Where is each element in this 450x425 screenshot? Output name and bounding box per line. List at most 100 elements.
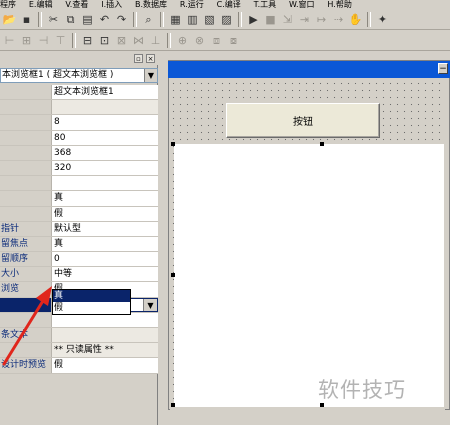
arrow-head [36,286,52,306]
property-value[interactable] [52,176,158,191]
vertical-spacing-icon[interactable]: ⊥ [148,33,163,48]
align-right-icon[interactable]: ⊣ [36,33,51,48]
property-value[interactable]: 0 [52,252,158,267]
property-row[interactable] [0,176,158,192]
form-titlebar[interactable]: − [168,61,450,78]
center-vertical-icon[interactable]: ⊗ [192,33,207,48]
find-icon[interactable]: ⌕ [141,12,156,27]
window-layout-3-icon[interactable]: ▧ [202,12,217,27]
run-to-cursor-icon[interactable]: ⇢ [331,12,346,27]
property-value[interactable]: 超文本浏览框1 [52,85,158,100]
object-selector[interactable]: 本浏览框1 ( 超文本浏览框 ) ▼ [0,68,158,83]
property-row[interactable] [0,100,158,116]
hypertext-browser-control[interactable] [174,144,444,407]
property-name [0,176,52,191]
menu-compile[interactable]: C.编译 [217,1,241,9]
property-name [0,115,52,130]
paste-icon[interactable]: ▤ [80,12,95,27]
form-button-control[interactable]: 按钮 [226,103,380,138]
window-layout-icon[interactable]: ▦ [168,12,183,27]
menu-run[interactable]: R.运行 [180,1,204,9]
property-row[interactable]: 留焦点真 [0,236,158,253]
menu-insert[interactable]: I.插入 [101,1,122,9]
menu-program[interactable]: 程序 [0,1,16,9]
chevron-down-icon[interactable]: ▼ [143,298,157,311]
save-icon[interactable]: ▪ [19,12,34,27]
window-layout-2-icon[interactable]: ▥ [185,12,200,27]
resize-handle[interactable] [320,142,324,146]
property-row[interactable]: 80 [0,130,158,146]
bring-front-icon[interactable]: ⧈ [209,33,224,48]
property-value[interactable]: 默认型 [52,221,158,236]
same-height-icon[interactable]: ⊠ [114,33,129,48]
menu-database[interactable]: B.数据库 [135,1,167,9]
property-row[interactable]: 指针 默认型 [0,221,158,237]
property-name: 指针 [0,221,52,236]
property-value[interactable]: 假 [52,206,158,221]
toolbar-separator [160,12,164,27]
property-row[interactable]: 8 [0,115,158,131]
cut-icon[interactable]: ✂ [46,12,61,27]
watermark-text: 软件技巧 [318,378,406,402]
center-horizontal-icon[interactable]: ⊕ [175,33,190,48]
property-value[interactable]: 80 [52,130,158,145]
step-out-icon[interactable]: ↦ [314,12,329,27]
menu-window[interactable]: W.窗口 [289,1,315,9]
menu-bar: 程序 E.编辑 V.查看 I.插入 B.数据库 R.运行 C.编译 T.工具 W… [0,0,450,9]
panel-restore-icon[interactable]: ▫ [134,54,143,63]
property-row[interactable]: 假 [0,206,158,222]
panel-close-icon[interactable]: × [146,54,155,63]
property-value[interactable]: 真 [52,236,158,252]
step-into-icon[interactable]: ⇲ [280,12,295,27]
toolbar-separator [133,12,137,27]
menu-help[interactable]: H.帮助 [327,1,351,9]
menu-view[interactable]: V.查看 [65,1,88,9]
toolbar-separator [167,33,171,48]
minimize-icon[interactable]: − [438,63,448,74]
resize-handle[interactable] [171,142,175,146]
alignment-toolbar: ⊢ ⊞ ⊣ ⊤ ⊟ ⊡ ⊠ ⋈ ⊥ ⊕ ⊗ ⧈ ⧇ [0,31,450,51]
toolbar-separator [72,33,76,48]
property-name [0,130,52,145]
stop-icon[interactable]: ■ [263,12,278,27]
property-value[interactable]: 368 [52,145,158,160]
standard-toolbar: 📂 ▪ ✂ ⧉ ▤ ↶ ↷ ⌕ ▦ ▥ ▧ ▨ ▶ ■ ⇲ ⇥ ↦ ⇢ ✋ ✦ [0,10,450,30]
arrow-shaft [2,294,48,366]
menu-edit[interactable]: E.编辑 [29,1,53,9]
property-value[interactable] [52,100,158,115]
align-center-icon[interactable]: ⊞ [19,33,34,48]
run-icon[interactable]: ▶ [246,12,261,27]
property-name [0,206,52,221]
align-top-icon[interactable]: ⊤ [53,33,68,48]
property-name [0,100,52,115]
undo-icon[interactable]: ↶ [97,12,112,27]
property-row[interactable]: 留顺序 0 [0,252,158,268]
copy-icon[interactable]: ⧉ [63,12,78,27]
property-row[interactable]: 真 [0,191,158,207]
chevron-down-icon[interactable]: ▼ [144,69,157,82]
step-over-icon[interactable]: ⇥ [297,12,312,27]
align-left-icon[interactable]: ⊢ [2,33,17,48]
horizontal-spacing-icon[interactable]: ⋈ [131,33,146,48]
property-value[interactable]: 320 [52,160,158,176]
magic-wand-icon[interactable]: ✦ [375,12,390,27]
property-value[interactable]: 8 [52,115,158,130]
menu-tools[interactable]: T.工具 [254,1,276,9]
open-icon[interactable]: 📂 [2,12,17,27]
property-name [0,85,52,100]
resize-handle[interactable] [171,273,175,277]
send-back-icon[interactable]: ⧇ [226,33,241,48]
object-selector-value: 本浏览框1 ( 超文本浏览框 ) [2,70,114,80]
same-width-icon[interactable]: ⊡ [97,33,112,48]
property-row[interactable]: 368 [0,145,158,161]
redo-icon[interactable]: ↷ [114,12,129,27]
resize-handle[interactable] [171,403,175,407]
property-value[interactable]: 真 [52,191,158,206]
toolbar-separator [238,12,242,27]
same-size-icon[interactable]: ⊟ [80,33,95,48]
hand-icon[interactable]: ✋ [348,12,363,27]
window-layout-4-icon[interactable]: ▨ [219,12,234,27]
toolbar-separator [38,12,42,27]
property-row[interactable]: 超文本浏览框1 [0,85,158,101]
property-row[interactable]: 320 [0,160,158,177]
